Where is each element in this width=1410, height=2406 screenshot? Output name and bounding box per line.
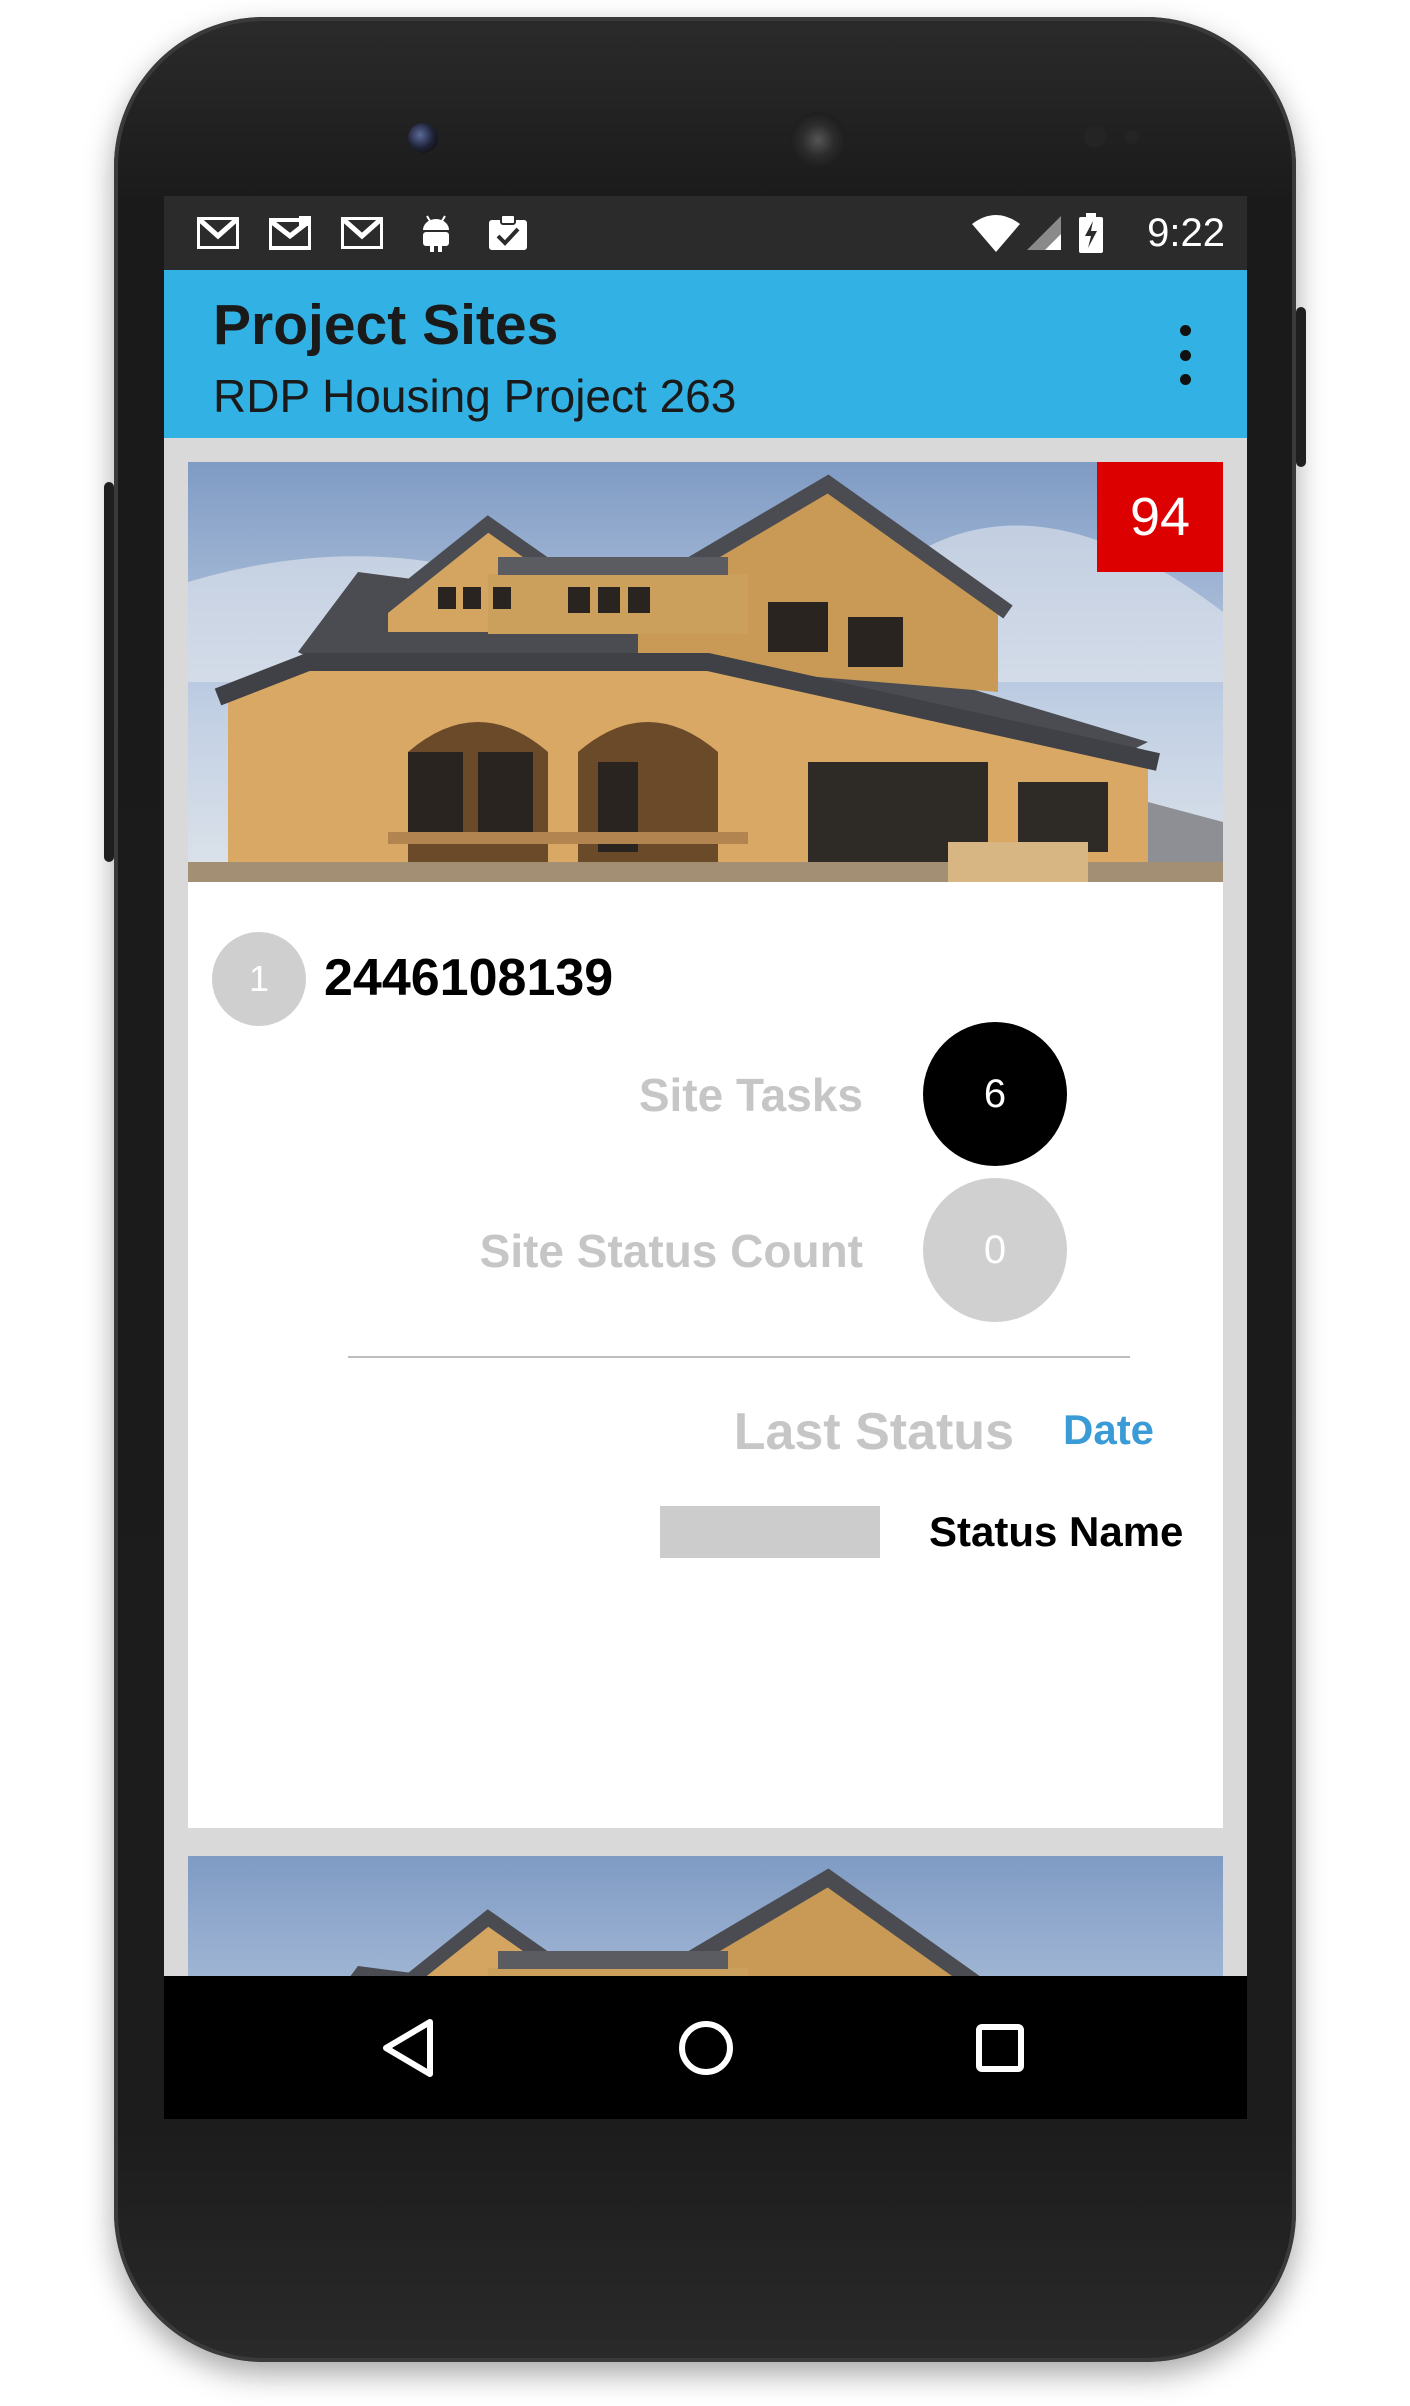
home-button[interactable] [670, 2012, 742, 2084]
proximity-sensor [1084, 126, 1106, 148]
navigation-bar [164, 1976, 1247, 2119]
app-bar: Project Sites RDP Housing Project 263 [164, 270, 1247, 438]
wifi-icon [970, 214, 1022, 252]
power-button [104, 482, 114, 862]
site-tasks-count[interactable]: 6 [923, 1022, 1067, 1166]
battery-charging-icon [1076, 213, 1106, 253]
divider [348, 1356, 1130, 1358]
earpiece-speaker [790, 112, 846, 168]
back-triangle-icon [383, 2019, 433, 2077]
site-tasks-label: Site Tasks [638, 1069, 863, 1121]
overflow-menu-button[interactable] [1173, 325, 1197, 385]
gmail-icon [268, 214, 312, 252]
last-status-label: Last Status [733, 1403, 1014, 1461]
home-circle-icon [679, 2021, 733, 2075]
more-vert-icon [1179, 325, 1191, 336]
site-card[interactable]: 94 1 2446108139 Site Tasks 6 Site Status… [188, 462, 1223, 1828]
page-title: Project Sites [213, 293, 559, 357]
more-vert-icon-dot [1179, 349, 1191, 361]
date-link[interactable]: Date [1063, 1406, 1154, 1454]
front-camera [408, 123, 438, 153]
score-badge: 94 [1097, 462, 1223, 572]
status-name: Status Name [929, 1508, 1184, 1555]
signal-icon [1024, 214, 1064, 252]
volume-button [1296, 307, 1306, 467]
android-icon [418, 214, 454, 252]
index-badge: 1 [212, 932, 306, 1026]
status-time: 9:22 [1147, 211, 1225, 255]
status-color-swatch [660, 1506, 880, 1558]
recents-square-icon [976, 2024, 1024, 2072]
clipboard-check-icon [486, 214, 530, 252]
light-sensor [1124, 130, 1138, 144]
house-image [188, 462, 1223, 882]
gmail-icon [340, 214, 384, 252]
gmail-icon [196, 214, 240, 252]
status-bar: 9:22 [164, 196, 1247, 270]
site-status-count[interactable]: 0 [923, 1178, 1067, 1322]
back-button[interactable] [372, 2012, 444, 2084]
page-subtitle: RDP Housing Project 263 [213, 370, 737, 422]
site-status-count-label: Site Status Count [479, 1225, 863, 1277]
screen: 9:22 Project Sites RDP Housing Project 2… [164, 196, 1247, 2119]
recents-button[interactable] [964, 2012, 1036, 2084]
site-id: 2446108139 [324, 949, 614, 1007]
more-vert-icon-dot [1179, 374, 1191, 385]
